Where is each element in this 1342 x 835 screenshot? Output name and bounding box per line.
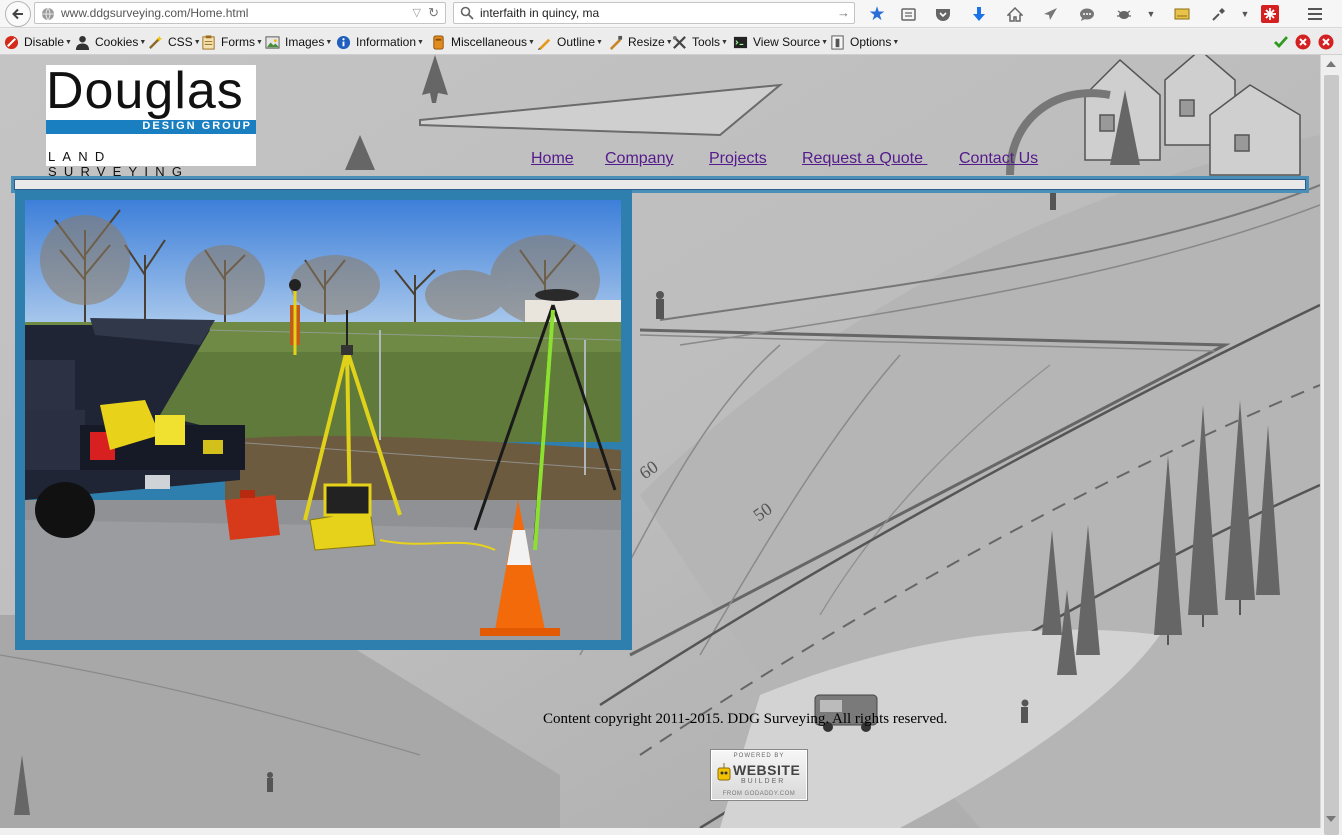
menu-caret-icon-2[interactable]: ▼ — [1234, 3, 1256, 25]
badge-builder: BUILDER — [741, 778, 786, 785]
back-button[interactable] — [5, 1, 31, 27]
bug-icon[interactable] — [1113, 3, 1135, 25]
globe-icon — [42, 7, 54, 21]
home-icon[interactable] — [1004, 3, 1026, 25]
dropper-icon[interactable] — [1207, 3, 1229, 25]
images-icon — [265, 35, 280, 49]
badge-powered-by: POWERED BY — [733, 753, 785, 759]
logo-subtitle: LAND SURVEYING — [48, 149, 190, 179]
devtool-label: Outline — [557, 35, 596, 49]
close-toolbar-icon[interactable] — [1318, 34, 1334, 50]
page-scrollbar[interactable] — [1320, 55, 1342, 835]
css-icon — [149, 35, 163, 49]
reading-list-icon[interactable] — [897, 3, 919, 25]
logo-bar: DESIGN GROUP — [46, 120, 256, 134]
scroll-thumb[interactable] — [1324, 75, 1339, 835]
devtool-label: Information — [356, 35, 417, 49]
surveying-equipment-photo — [25, 200, 621, 640]
scroll-down-icon[interactable] — [1326, 816, 1336, 822]
nav-contact-us[interactable]: Contact Us — [959, 150, 1038, 168]
search-icon — [460, 6, 474, 20]
browser-navbar: www.ddgsurveying.com/Home.html ▽ ↻ inter… — [0, 0, 1342, 28]
search-bar[interactable]: interfaith in quincy, ma → — [453, 2, 855, 24]
badge-from: FROM GODADDY.COM — [722, 791, 796, 797]
search-go-icon[interactable]: → — [837, 5, 850, 20]
logo-wordmark: Douglas — [46, 62, 244, 120]
badge-website: WEBSITE — [733, 762, 801, 778]
send-icon[interactable] — [1039, 3, 1061, 25]
note-icon[interactable] — [1171, 3, 1193, 25]
url-text: www.ddgsurveying.com/Home.html — [61, 6, 249, 20]
miscellaneous-icon — [433, 34, 444, 50]
devtool-label: Options — [850, 35, 892, 49]
resize-icon — [609, 35, 623, 50]
site-logo[interactable]: Douglas DESIGN GROUP LAND SURVEYING — [46, 62, 256, 179]
addon-red-icon[interactable] — [1259, 3, 1281, 25]
website-builder-badge[interactable]: POWERED BY WEBSITE BUILDER FROM GODADDY.… — [710, 749, 808, 801]
devtool-label: CSS — [168, 35, 193, 49]
devtool-view-source[interactable]: View Source ▼ — [733, 34, 828, 50]
nav-projects[interactable]: Projects — [709, 150, 767, 168]
devtool-label: Images — [285, 35, 325, 49]
photo-frame — [15, 190, 632, 650]
url-bar[interactable]: www.ddgsurveying.com/Home.html ▽ ↻ — [34, 2, 446, 24]
information-icon — [336, 35, 351, 49]
robot-icon — [717, 763, 731, 781]
forms-icon — [202, 34, 215, 50]
disable-icon — [4, 35, 19, 49]
devtool-label: Forms — [221, 35, 255, 49]
cookies-icon — [75, 35, 90, 50]
hamburger-menu-icon[interactable] — [1304, 3, 1326, 25]
outline-icon — [537, 38, 551, 50]
download-icon[interactable] — [968, 3, 990, 25]
nav-home[interactable]: Home — [531, 150, 574, 168]
devtool-label: View Source — [753, 35, 821, 49]
devtool-outline[interactable]: Outline ▼ — [537, 34, 603, 50]
devtool-label: Cookies — [95, 35, 139, 49]
devtool-forms[interactable]: Forms ▼ — [201, 34, 263, 50]
devtool-label: Resize — [628, 35, 665, 49]
devtool-information[interactable]: Information ▼ — [336, 34, 424, 50]
devtool-css[interactable]: CSS ▼ — [148, 34, 201, 50]
nav-request-a-quote[interactable]: Request a Quote — [802, 150, 927, 168]
devtool-tools[interactable]: Tools ▼ — [672, 34, 728, 50]
devtool-disable[interactable]: Disable ▼ — [4, 34, 72, 50]
nav-company[interactable]: Company — [605, 150, 673, 168]
chat-icon[interactable] — [1076, 3, 1098, 25]
validate-check-icon[interactable] — [1273, 34, 1289, 50]
pocket-icon[interactable] — [932, 3, 954, 25]
back-arrow-icon — [12, 8, 23, 20]
menu-caret-icon[interactable]: ▼ — [1140, 3, 1162, 25]
web-page: 60 50 Douglas DESIGN GROUP LAND SURVEYIN… — [0, 55, 1320, 828]
copyright-text: Content copyright 2011-2015. DDG Surveyi… — [543, 711, 948, 727]
logo-bar-text: DESIGN GROUP — [142, 120, 252, 132]
devtool-cookies[interactable]: Cookies ▼ — [75, 34, 146, 50]
devtool-options[interactable]: Options ▼ — [830, 34, 899, 50]
search-query: interfaith in quincy, ma — [480, 6, 600, 20]
devtool-resize[interactable]: Resize ▼ — [608, 34, 673, 50]
error-icon[interactable] — [1295, 34, 1311, 50]
history-dropdown-icon[interactable]: ▽ — [413, 6, 421, 19]
devtool-label: Tools — [692, 35, 721, 49]
devtool-label: Disable — [24, 35, 65, 49]
reload-icon[interactable]: ↻ — [428, 5, 439, 21]
scroll-up-icon[interactable] — [1326, 61, 1336, 67]
devtool-images[interactable]: Images ▼ — [265, 34, 332, 50]
devtool-miscellaneous[interactable]: Miscellaneous ▼ — [431, 34, 535, 50]
options-icon — [831, 34, 844, 50]
tools-icon — [672, 35, 686, 49]
devtool-label: Miscellaneous — [451, 35, 528, 49]
view-source-icon — [733, 36, 748, 48]
bookmark-star-icon[interactable]: ★ — [866, 3, 888, 25]
web-developer-toolbar: Disable ▼ Cookies ▼ CSS ▼ Forms ▼ Images ▼ In… — [0, 29, 1342, 55]
